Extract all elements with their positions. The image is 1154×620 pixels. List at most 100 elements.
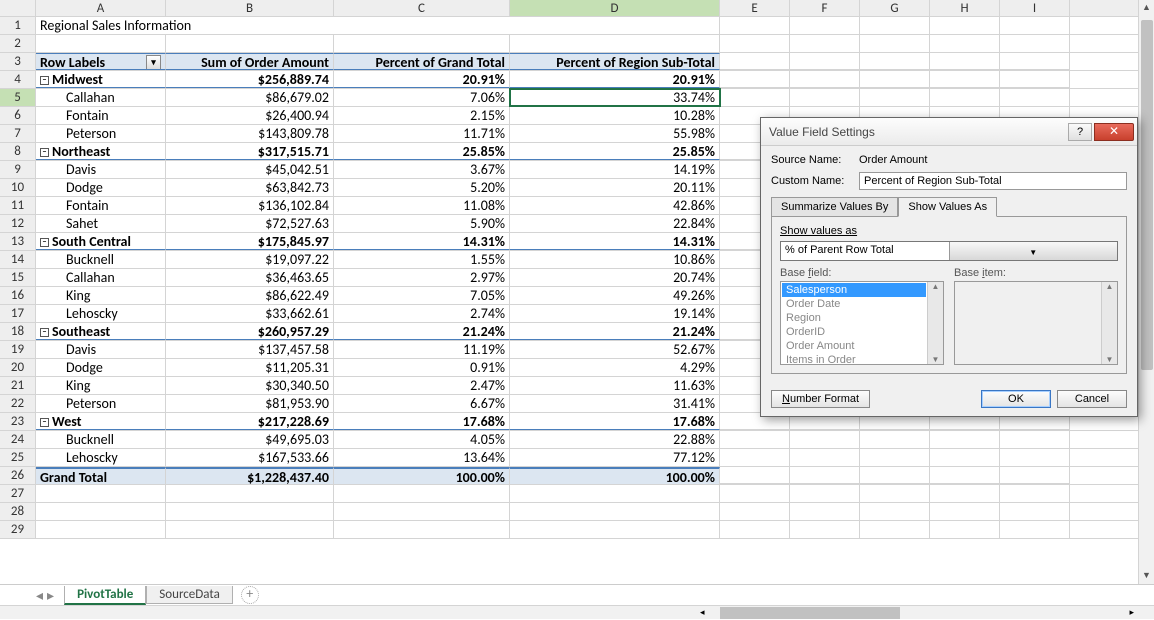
vertical-scrollbar[interactable]: ▲ ▼ bbox=[1138, 0, 1154, 584]
row-header[interactable]: 26 bbox=[0, 467, 36, 484]
cell-value[interactable]: 22.84% bbox=[510, 215, 720, 232]
cell-value[interactable]: $11,205.31 bbox=[166, 359, 334, 376]
cell-a1[interactable]: Regional Sales Information bbox=[36, 17, 166, 34]
tab-summarize-values[interactable]: Summarize Values By bbox=[771, 197, 898, 217]
row-header[interactable]: 20 bbox=[0, 359, 36, 376]
cell-value[interactable]: 17.68% bbox=[334, 413, 510, 430]
cell-value[interactable]: 5.20% bbox=[334, 179, 510, 196]
col-header-c[interactable]: C bbox=[334, 0, 510, 16]
cell-label[interactable]: Lehoscky bbox=[36, 449, 166, 466]
close-button[interactable]: ✕ bbox=[1094, 123, 1134, 141]
cell-label[interactable]: King bbox=[36, 287, 166, 304]
list-item[interactable]: Region bbox=[782, 311, 926, 325]
help-button[interactable]: ? bbox=[1068, 123, 1092, 141]
cell-value[interactable]: $45,042.51 bbox=[166, 161, 334, 178]
cell-value[interactable]: 0.91% bbox=[334, 359, 510, 376]
cell-value[interactable]: 20.91% bbox=[510, 71, 720, 88]
col-header-g[interactable]: G bbox=[860, 0, 930, 16]
row-header[interactable]: 17 bbox=[0, 305, 36, 322]
cell-label[interactable]: Grand Total bbox=[36, 467, 166, 484]
cell-value[interactable]: 1.55% bbox=[334, 251, 510, 268]
cell-label[interactable]: Bucknell bbox=[36, 431, 166, 448]
scroll-thumb[interactable] bbox=[1141, 20, 1153, 370]
list-item[interactable]: Order Amount bbox=[782, 339, 926, 353]
cell-value[interactable]: 25.85% bbox=[510, 143, 720, 160]
list-scrollbar[interactable]: ▲▼ bbox=[927, 282, 943, 364]
cell-value[interactable]: 7.06% bbox=[334, 89, 510, 106]
col-header-d[interactable]: D bbox=[510, 0, 720, 16]
row-header[interactable]: 5 bbox=[0, 89, 36, 106]
cell-value[interactable]: $86,679.02 bbox=[166, 89, 334, 106]
cell-value[interactable]: 2.47% bbox=[334, 377, 510, 394]
row-header[interactable]: 16 bbox=[0, 287, 36, 304]
cell-value[interactable]: 11.08% bbox=[334, 197, 510, 214]
col-b-header[interactable]: Sum of Order Amount bbox=[166, 53, 334, 70]
cell-value[interactable]: 7.05% bbox=[334, 287, 510, 304]
cell-value[interactable]: $175,845.97 bbox=[166, 233, 334, 250]
cell-value[interactable]: 33.74% bbox=[510, 89, 720, 106]
cell-value[interactable]: $72,527.63 bbox=[166, 215, 334, 232]
cell-label[interactable]: Peterson bbox=[36, 395, 166, 412]
tab-sourcedata[interactable]: SourceData bbox=[146, 586, 233, 604]
cell-value[interactable]: 21.24% bbox=[510, 323, 720, 340]
row-header[interactable]: 23 bbox=[0, 413, 36, 430]
row-header[interactable]: 22 bbox=[0, 395, 36, 412]
row-header[interactable]: 14 bbox=[0, 251, 36, 268]
col-header-e[interactable]: E bbox=[720, 0, 790, 16]
row-labels-header[interactable]: Row Labels ▾ bbox=[36, 53, 166, 70]
cell-label[interactable]: Davis bbox=[36, 341, 166, 358]
collapse-icon[interactable]: − bbox=[40, 238, 49, 247]
cell-value[interactable]: $36,463.65 bbox=[166, 269, 334, 286]
cell-value[interactable]: $1,228,437.40 bbox=[166, 467, 334, 484]
collapse-icon[interactable]: − bbox=[40, 148, 49, 157]
row-header[interactable]: 21 bbox=[0, 377, 36, 394]
col-header-h[interactable]: H bbox=[930, 0, 1000, 16]
cell-value[interactable]: 20.74% bbox=[510, 269, 720, 286]
col-header-f[interactable]: F bbox=[790, 0, 860, 16]
cell-value[interactable]: $86,622.49 bbox=[166, 287, 334, 304]
collapse-icon[interactable]: − bbox=[40, 76, 49, 85]
cell-value[interactable]: 42.86% bbox=[510, 197, 720, 214]
cell-label[interactable]: Fontain bbox=[36, 197, 166, 214]
cell-value[interactable]: 11.71% bbox=[334, 125, 510, 142]
cell-value[interactable]: 10.28% bbox=[510, 107, 720, 124]
cell-value[interactable]: 17.68% bbox=[510, 413, 720, 430]
cell-value[interactable]: 19.14% bbox=[510, 305, 720, 322]
cell-label[interactable]: Peterson bbox=[36, 125, 166, 142]
cell-value[interactable]: 14.19% bbox=[510, 161, 720, 178]
cell-value[interactable]: $256,889.74 bbox=[166, 71, 334, 88]
row-header[interactable]: 11 bbox=[0, 197, 36, 214]
row-header[interactable]: 2 bbox=[0, 35, 36, 52]
col-header-b[interactable]: B bbox=[166, 0, 334, 16]
cell-value[interactable]: $26,400.94 bbox=[166, 107, 334, 124]
scroll-right-icon[interactable]: ▸ bbox=[1129, 606, 1134, 620]
cell-value[interactable]: 2.97% bbox=[334, 269, 510, 286]
cell-value[interactable]: $317,515.71 bbox=[166, 143, 334, 160]
cell-value[interactable]: $167,533.66 bbox=[166, 449, 334, 466]
cell-value[interactable]: 20.11% bbox=[510, 179, 720, 196]
cell-value[interactable]: 31.41% bbox=[510, 395, 720, 412]
cell-value[interactable]: 4.29% bbox=[510, 359, 720, 376]
cell-label[interactable]: Sahet bbox=[36, 215, 166, 232]
horizontal-scrollbar[interactable]: ◂ ▸ bbox=[0, 605, 1154, 619]
cell-value[interactable]: 5.90% bbox=[334, 215, 510, 232]
cell-value[interactable]: 11.63% bbox=[510, 377, 720, 394]
list-item[interactable]: OrderID bbox=[782, 325, 926, 339]
base-field-list[interactable]: SalespersonOrder DateRegionOrderIDOrder … bbox=[780, 281, 944, 365]
cell-value[interactable]: 6.67% bbox=[334, 395, 510, 412]
row-header[interactable]: 27 bbox=[0, 485, 36, 502]
row-header[interactable]: 7 bbox=[0, 125, 36, 142]
list-item[interactable]: Order Date bbox=[782, 297, 926, 311]
row-header[interactable]: 13 bbox=[0, 233, 36, 250]
cell-value[interactable]: 4.05% bbox=[334, 431, 510, 448]
cell-label[interactable]: Dodge bbox=[36, 179, 166, 196]
cell-value[interactable]: 11.19% bbox=[334, 341, 510, 358]
list-item[interactable]: Items in Order bbox=[782, 353, 926, 367]
cell-value[interactable]: $49,695.03 bbox=[166, 431, 334, 448]
cell-value[interactable]: 21.24% bbox=[334, 323, 510, 340]
cell-label[interactable]: King bbox=[36, 377, 166, 394]
cell-value[interactable]: $143,809.78 bbox=[166, 125, 334, 142]
row-header[interactable]: 6 bbox=[0, 107, 36, 124]
select-all-corner[interactable] bbox=[0, 0, 36, 16]
show-values-as-combo[interactable]: % of Parent Row Total ▼ bbox=[780, 241, 1118, 261]
